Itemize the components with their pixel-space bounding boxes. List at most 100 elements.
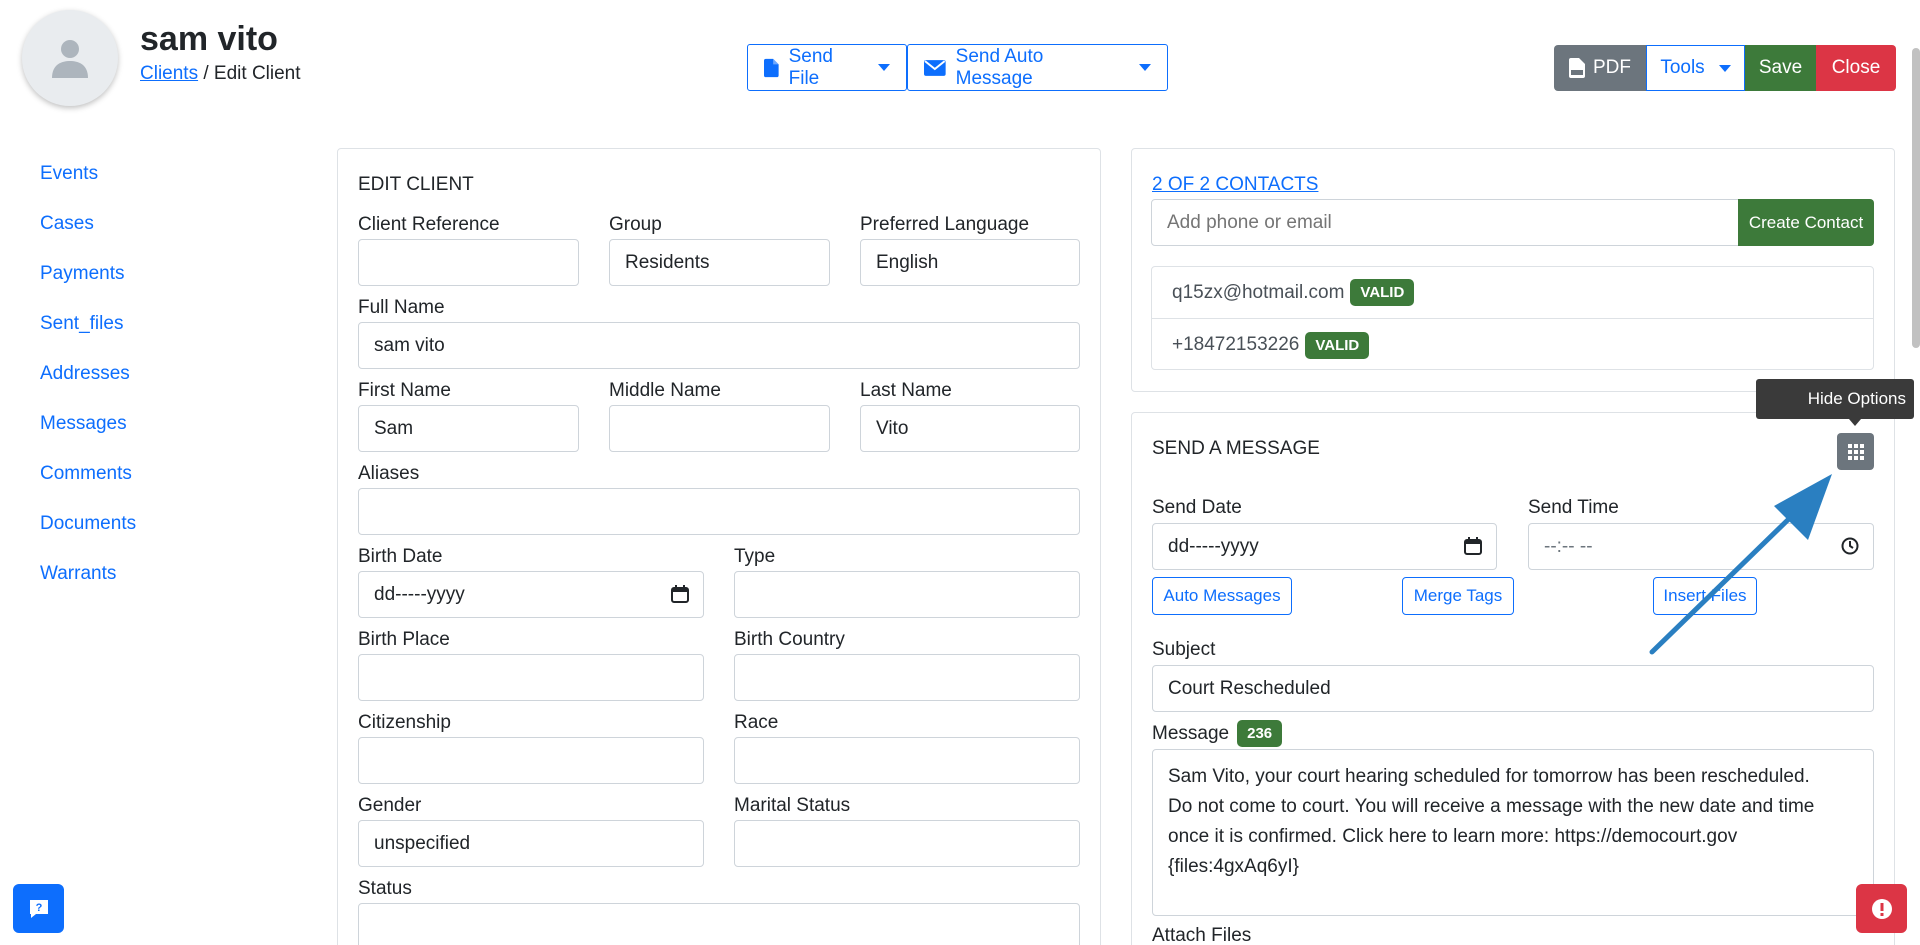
- top-actions: Send File Send Auto Message: [747, 44, 1168, 91]
- send-message-title: SEND A MESSAGE: [1152, 438, 1320, 459]
- preferred-language-label: Preferred Language: [860, 214, 1030, 235]
- sidebar-item-payments[interactable]: Payments: [40, 260, 136, 310]
- breadcrumb-clients-link[interactable]: Clients: [140, 63, 198, 84]
- full-name-input[interactable]: sam vito: [358, 322, 1080, 369]
- preferred-language-input[interactable]: English: [860, 239, 1080, 286]
- first-name-label: First Name: [358, 380, 451, 401]
- group-input[interactable]: Residents: [609, 239, 830, 286]
- calendar-icon[interactable]: [671, 585, 689, 603]
- list-item[interactable]: q15zx@hotmail.com VALID: [1152, 267, 1873, 319]
- alert-button[interactable]: [1856, 884, 1907, 933]
- contact-value: +18472153226: [1172, 334, 1300, 355]
- send-file-label: Send File: [788, 45, 833, 89]
- birth-place-label: Birth Place: [358, 629, 450, 650]
- send-auto-message-button[interactable]: Send Auto Message: [907, 44, 1168, 91]
- race-input[interactable]: [734, 737, 1080, 784]
- send-auto-message-label: Send Auto Message: [955, 45, 1044, 89]
- sidebar-item-sent-files[interactable]: Sent_files: [40, 310, 136, 360]
- merge-tags-button[interactable]: Merge Tags: [1402, 577, 1514, 615]
- gender-label: Gender: [358, 795, 422, 816]
- auto-messages-button[interactable]: Auto Messages: [1152, 577, 1292, 615]
- message-label: Message 236: [1152, 720, 1283, 747]
- citizenship-label: Citizenship: [358, 712, 451, 733]
- help-button[interactable]: ?: [13, 884, 64, 933]
- create-contact-button[interactable]: Create Contact: [1738, 199, 1874, 246]
- attach-files-label: Attach Files: [1152, 925, 1252, 945]
- insert-files-button[interactable]: Insert Files: [1653, 577, 1757, 615]
- edit-client-title: EDIT CLIENT: [358, 174, 474, 195]
- sidebar-item-warrants[interactable]: Warrants: [40, 560, 136, 610]
- marital-status-input[interactable]: [734, 820, 1080, 867]
- send-date-input[interactable]: dd-----yyyy: [1152, 523, 1497, 570]
- help-chat-icon: ?: [29, 899, 48, 918]
- birth-date-value: dd-----yyyy: [374, 583, 465, 605]
- pdf-label: PDF: [1593, 57, 1631, 78]
- status-badge: VALID: [1350, 279, 1415, 306]
- contact-value: q15zx@hotmail.com: [1172, 281, 1345, 303]
- file-icon: [764, 58, 779, 77]
- race-label: Race: [734, 712, 779, 733]
- avatar: [22, 10, 118, 106]
- tooltip-arrow: [1849, 419, 1861, 426]
- tools-button[interactable]: Tools: [1646, 45, 1745, 91]
- alert-icon: [1871, 898, 1892, 919]
- contacts-count-link[interactable]: 2 OF 2 CONTACTS: [1152, 174, 1318, 196]
- svg-text:?: ?: [35, 902, 42, 914]
- aliases-input[interactable]: [358, 488, 1080, 535]
- sidebar-item-cases[interactable]: Cases: [40, 210, 136, 260]
- tools-label: Tools: [1660, 57, 1705, 78]
- birth-place-input[interactable]: [358, 654, 704, 701]
- group-label: Group: [609, 214, 662, 235]
- page-scrollbar[interactable]: [1912, 48, 1920, 348]
- send-file-button[interactable]: Send File: [747, 44, 907, 91]
- sidebar-item-messages[interactable]: Messages: [40, 410, 136, 460]
- sidebar-item-events[interactable]: Events: [40, 160, 136, 210]
- breadcrumb-separator: /: [203, 63, 209, 84]
- message-textarea[interactable]: Sam Vito, your court hearing scheduled f…: [1152, 749, 1874, 916]
- send-date-value: dd-----yyyy: [1168, 535, 1259, 557]
- message-line: {files:4gxAq6yI}: [1168, 856, 1299, 877]
- sidebar: Events Cases Payments Sent_files Address…: [40, 160, 136, 610]
- message-line: Do not come to court. You will receive a…: [1168, 796, 1815, 817]
- message-line: once it is confirmed. Click here to lear…: [1168, 826, 1738, 847]
- marital-status-label: Marital Status: [734, 795, 851, 816]
- pdf-button[interactable]: PDF: [1554, 45, 1646, 91]
- gender-input[interactable]: unspecified: [358, 820, 704, 867]
- birth-date-input[interactable]: dd-----yyyy: [358, 571, 704, 618]
- chevron-down-icon: [1718, 64, 1731, 72]
- hide-options-tooltip: Hide Options: [1756, 379, 1914, 419]
- send-time-value: --:-- --: [1544, 535, 1593, 557]
- status-label: Status: [358, 878, 412, 899]
- type-label: Type: [734, 546, 776, 567]
- birth-date-label: Birth Date: [358, 546, 443, 567]
- character-count-badge: 236: [1237, 720, 1283, 747]
- status-input[interactable]: [358, 903, 1080, 945]
- status-badge: VALID: [1305, 331, 1370, 359]
- sidebar-item-addresses[interactable]: Addresses: [40, 360, 136, 410]
- clock-icon[interactable]: [1841, 537, 1859, 555]
- subject-input[interactable]: Court Rescheduled: [1152, 665, 1874, 712]
- type-input[interactable]: [734, 571, 1080, 618]
- last-name-input[interactable]: Vito: [860, 405, 1080, 452]
- sidebar-item-documents[interactable]: Documents: [40, 510, 136, 560]
- sidebar-item-comments[interactable]: Comments: [40, 460, 136, 510]
- toolbar: PDF Tools Save Close: [1554, 45, 1896, 91]
- first-name-input[interactable]: Sam: [358, 405, 579, 452]
- full-name-label: Full Name: [358, 297, 445, 318]
- list-item[interactable]: +18472153226 VALID: [1152, 319, 1873, 371]
- add-contact-input[interactable]: [1151, 199, 1739, 246]
- birth-country-label: Birth Country: [734, 629, 845, 650]
- middle-name-input[interactable]: [609, 405, 830, 452]
- client-reference-input[interactable]: [358, 239, 579, 286]
- send-time-label: Send Time: [1528, 497, 1619, 518]
- save-button[interactable]: Save: [1745, 45, 1816, 91]
- citizenship-input[interactable]: [358, 737, 704, 784]
- contacts-list: q15zx@hotmail.com VALID +18472153226 VAL…: [1151, 266, 1874, 370]
- hide-options-button[interactable]: [1837, 433, 1874, 470]
- birth-country-input[interactable]: [734, 654, 1080, 701]
- close-button[interactable]: Close: [1816, 45, 1896, 91]
- calendar-icon[interactable]: [1464, 537, 1482, 555]
- message-label-text: Message: [1152, 722, 1230, 744]
- send-time-input[interactable]: --:-- --: [1528, 523, 1874, 570]
- last-name-label: Last Name: [860, 380, 952, 401]
